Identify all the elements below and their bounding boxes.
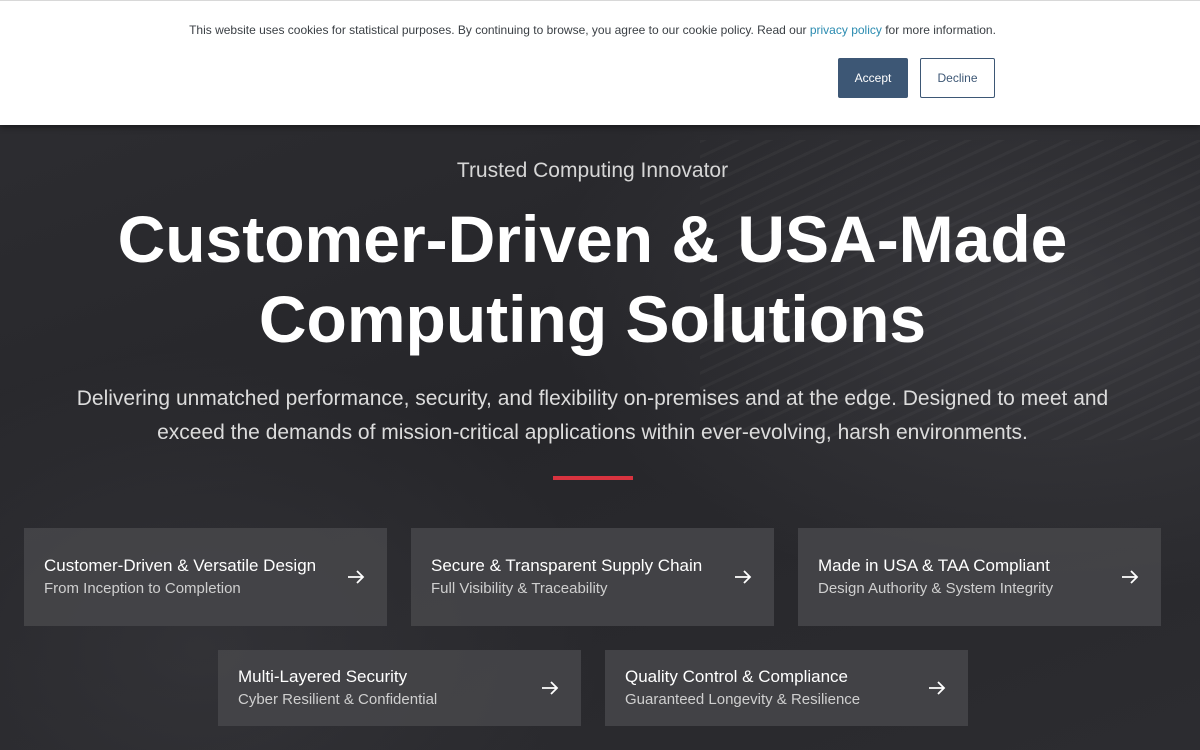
arrow-right-icon [926, 677, 948, 699]
feature-card-subtitle: Design Authority & System Integrity [818, 579, 1054, 597]
arrow-right-icon [539, 677, 561, 699]
feature-card-quality-control[interactable]: Quality Control & Compliance Guaranteed … [605, 650, 968, 726]
hero-headline-line-2: Computing Solutions [258, 282, 927, 356]
cookie-banner: This website uses cookies for statistica… [0, 0, 1200, 125]
hero-headline-line-1: Customer-Driven & USA-Made [117, 202, 1068, 276]
feature-card-title: Secure & Transparent Supply Chain [431, 555, 703, 575]
feature-card-text: Customer-Driven & Versatile Design From … [44, 554, 345, 601]
arrow-right-icon [732, 566, 754, 588]
feature-card-text: Made in USA & TAA Compliant Design Autho… [818, 554, 1119, 601]
feature-card-text: Quality Control & Compliance Guaranteed … [625, 665, 926, 712]
decline-cookies-button[interactable]: Decline [920, 58, 995, 98]
feature-card-subtitle: Full Visibility & Traceability [431, 579, 608, 597]
feature-card-text: Secure & Transparent Supply Chain Full V… [431, 554, 732, 601]
hero-headline: Customer-Driven & USA-Made Computing Sol… [0, 199, 1185, 359]
feature-card-subtitle: Guaranteed Longevity & Resilience [625, 690, 861, 708]
arrow-right-icon [1119, 566, 1141, 588]
cookie-text-after: for more information. [881, 23, 996, 37]
accept-cookies-button[interactable]: Accept [838, 58, 908, 98]
cookie-text-before: This website uses cookies for statistica… [189, 23, 810, 37]
feature-card-title: Multi-Layered Security [238, 666, 408, 686]
feature-card-security[interactable]: Multi-Layered Security Cyber Resilient &… [218, 650, 581, 726]
feature-card-subtitle: Cyber Resilient & Confidential [238, 690, 438, 708]
feature-card-subtitle: From Inception to Completion [44, 579, 241, 597]
feature-card-made-in-usa[interactable]: Made in USA & TAA Compliant Design Autho… [798, 528, 1161, 626]
accent-divider [553, 476, 633, 480]
privacy-policy-link[interactable]: privacy policy [810, 23, 882, 37]
hero-subtext: Delivering unmatched performance, securi… [76, 387, 1109, 444]
feature-card-title: Quality Control & Compliance [625, 666, 848, 686]
feature-card-supply-chain[interactable]: Secure & Transparent Supply Chain Full V… [411, 528, 774, 626]
cookie-notice-text: This website uses cookies for statistica… [0, 23, 1185, 37]
hero-eyebrow: Trusted Computing Innovator [456, 159, 729, 182]
arrow-right-icon [345, 566, 367, 588]
feature-card-customer-driven[interactable]: Customer-Driven & Versatile Design From … [24, 528, 387, 626]
feature-card-title: Customer-Driven & Versatile Design [44, 555, 317, 575]
feature-card-title: Made in USA & TAA Compliant [818, 555, 1050, 575]
page: Trusted Computing Innovator Customer-Dri… [0, 0, 1200, 750]
feature-card-text: Multi-Layered Security Cyber Resilient &… [238, 665, 539, 712]
